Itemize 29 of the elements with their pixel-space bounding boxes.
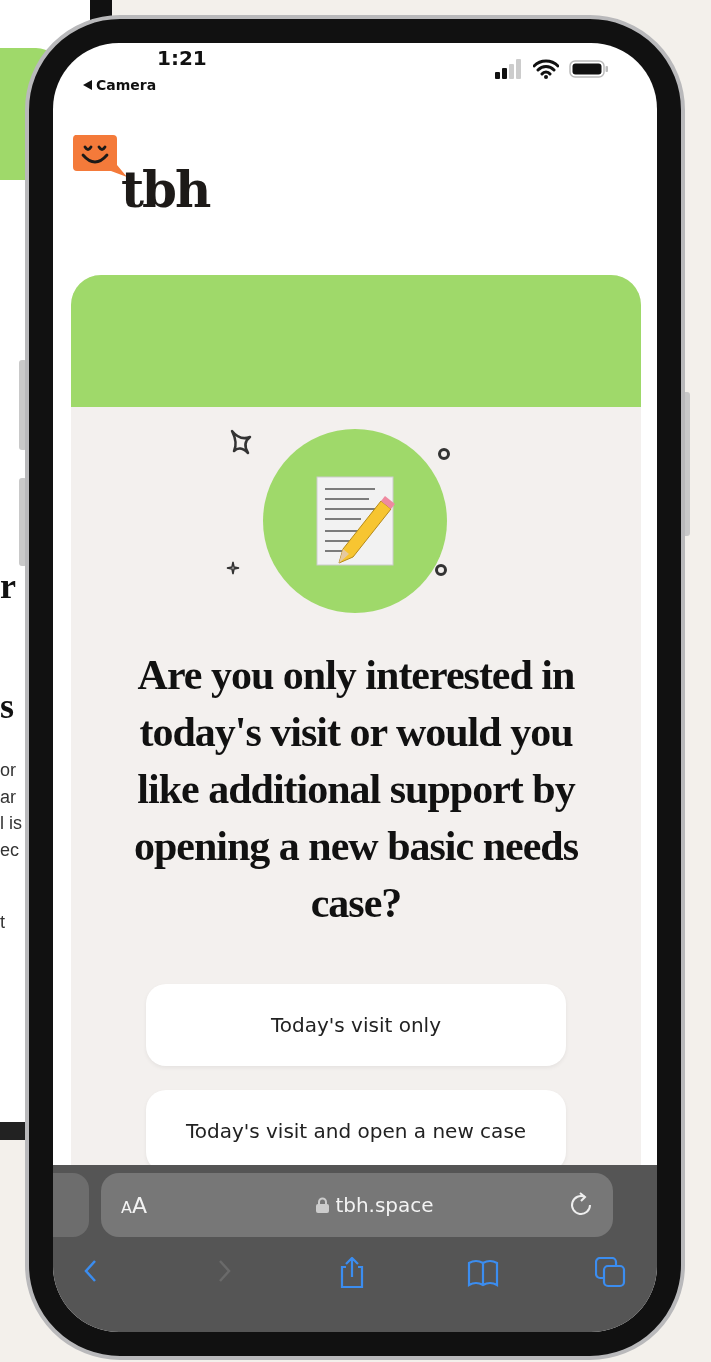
text-fragment: or <box>0 760 16 781</box>
option-button[interactable]: Today's visit and open a new case <box>146 1090 566 1165</box>
dot-icon <box>437 447 451 461</box>
reload-icon[interactable] <box>569 1192 593 1218</box>
heading-fragment: r <box>0 565 16 607</box>
brand-name: tbh <box>121 165 210 221</box>
back-to-app-link[interactable]: Camera <box>96 77 157 93</box>
text-fragment: l is <box>0 813 22 834</box>
status-time: 1:21 <box>157 46 207 70</box>
lock-icon <box>316 1197 330 1213</box>
text-size-button[interactable]: AA <box>121 1192 181 1218</box>
memo-pencil-icon <box>315 475 395 567</box>
back-triangle-icon[interactable] <box>83 80 92 90</box>
tab-stub[interactable] <box>53 1173 89 1237</box>
dot-icon <box>434 563 448 577</box>
url-text: tbh.space <box>335 1193 434 1217</box>
option-button[interactable]: Today's visit only <box>146 984 566 1066</box>
tabs-icon[interactable] <box>595 1257 627 1289</box>
signal-icon <box>495 59 523 79</box>
text-fragment: ec <box>0 840 19 861</box>
wifi-icon <box>533 59 559 79</box>
battery-icon <box>569 59 609 79</box>
address-bar[interactable]: AA tbh.space <box>101 1173 613 1237</box>
heading-fragment: s <box>0 685 14 727</box>
text-fragment: ar <box>0 787 16 808</box>
book-icon[interactable] <box>466 1257 499 1289</box>
text-fragment: t <box>0 912 5 933</box>
question-heading: Are you only interested in today's visit or would you like additional support by opening a new basic needs case? <box>132 651 580 928</box>
sparkle-icon <box>226 561 240 575</box>
